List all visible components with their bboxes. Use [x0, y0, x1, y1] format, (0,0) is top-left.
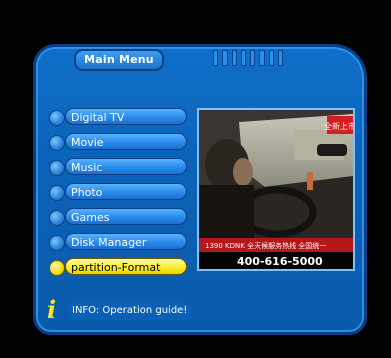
- header-decoration: [213, 50, 283, 66]
- menu-item-label: Digital TV: [65, 108, 187, 125]
- menu-item-label: partition-Format: [65, 258, 187, 275]
- menu-item-label: Movie: [65, 133, 187, 150]
- info-text: INFO: Operation guide!: [68, 302, 192, 320]
- info-icon: i: [47, 295, 57, 324]
- menu-item-partition-format[interactable]: partition-Format: [49, 258, 194, 276]
- menu-item-disk-manager[interactable]: Disk Manager: [49, 233, 194, 251]
- menu-item-digital-tv[interactable]: Digital TV: [49, 108, 194, 126]
- bullet-icon: [49, 210, 65, 226]
- menu-item-label: Disk Manager: [65, 233, 187, 250]
- menu-item-label: Music: [65, 158, 187, 175]
- phone-number: 400-616-5000: [237, 255, 323, 268]
- overlay-badge-text: 全新上市: [324, 121, 353, 131]
- main-menu-list: Digital TV Movie Music Photo Games Disk …: [49, 108, 194, 283]
- bullet-icon: [49, 260, 65, 276]
- menu-item-photo[interactable]: Photo: [49, 183, 194, 201]
- preview-image: 全新上市 1390 KDNK 全天候服务热线 全国统一 400-616-5000: [199, 110, 353, 269]
- menu-item-label: Photo: [65, 183, 187, 200]
- page-title: Main Menu: [74, 49, 164, 71]
- bullet-icon: [49, 235, 65, 251]
- bullet-icon: [49, 160, 65, 176]
- menu-item-music[interactable]: Music: [49, 158, 194, 176]
- bullet-icon: [49, 135, 65, 151]
- info-bar: i INFO: Operation guide!: [40, 298, 356, 324]
- ticker-text: 1390 KDNK 全天候服务热线 全国统一: [205, 241, 326, 250]
- bullet-icon: [49, 185, 65, 201]
- menu-item-label: Games: [65, 208, 187, 225]
- menu-item-movie[interactable]: Movie: [49, 133, 194, 151]
- bullet-icon: [49, 110, 65, 126]
- menu-item-games[interactable]: Games: [49, 208, 194, 226]
- video-preview: 全新上市 1390 KDNK 全天候服务热线 全国统一 400-616-5000: [197, 108, 355, 271]
